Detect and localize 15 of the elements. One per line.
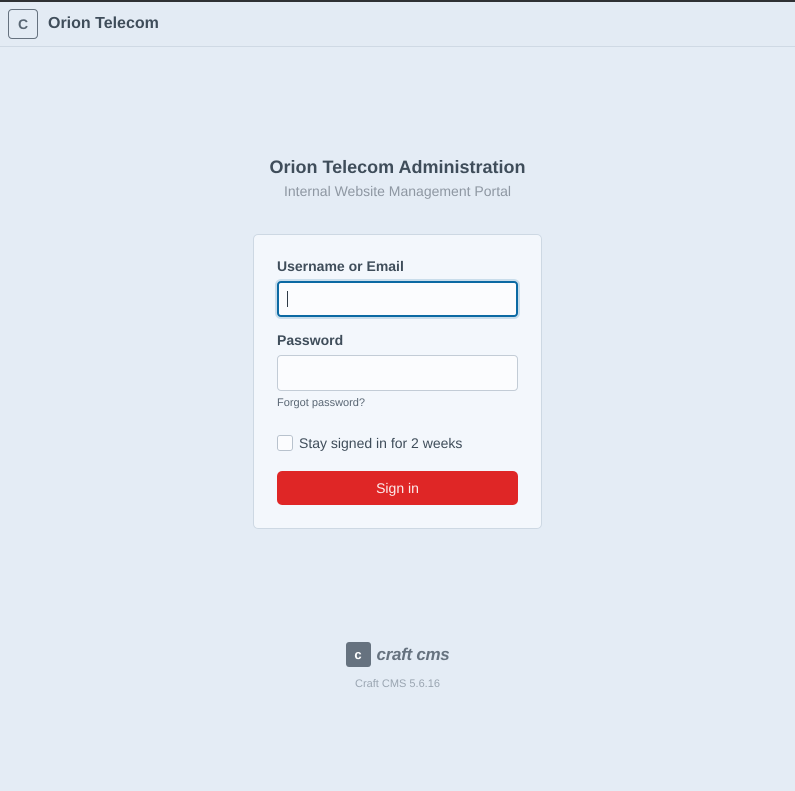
checkbox[interactable] — [277, 435, 293, 451]
checkbox-label[interactable]: Stay signed in for 2 weeks — [299, 434, 462, 452]
field-label: Username or Email — [277, 257, 405, 276]
logo-wordmark: craft cms — [376, 644, 450, 664]
logo-icon[interactable]: C — [8, 9, 38, 39]
sign-in-button[interactable]: Sign in — [277, 471, 518, 505]
version-text: Craft CMS 5.6.16 — [355, 677, 440, 691]
input-field[interactable] — [277, 281, 518, 317]
page-subtitle: Internal Website Management Portal — [284, 182, 511, 201]
field-label: Password — [277, 331, 344, 350]
site-title: Orion Telecom — [48, 15, 159, 33]
text-cursor — [287, 291, 288, 307]
page-title: Orion Telecom Administration — [269, 156, 526, 179]
logo-icon: c — [346, 642, 371, 667]
forgot-password-link[interactable]: Forgot password? — [277, 396, 366, 410]
